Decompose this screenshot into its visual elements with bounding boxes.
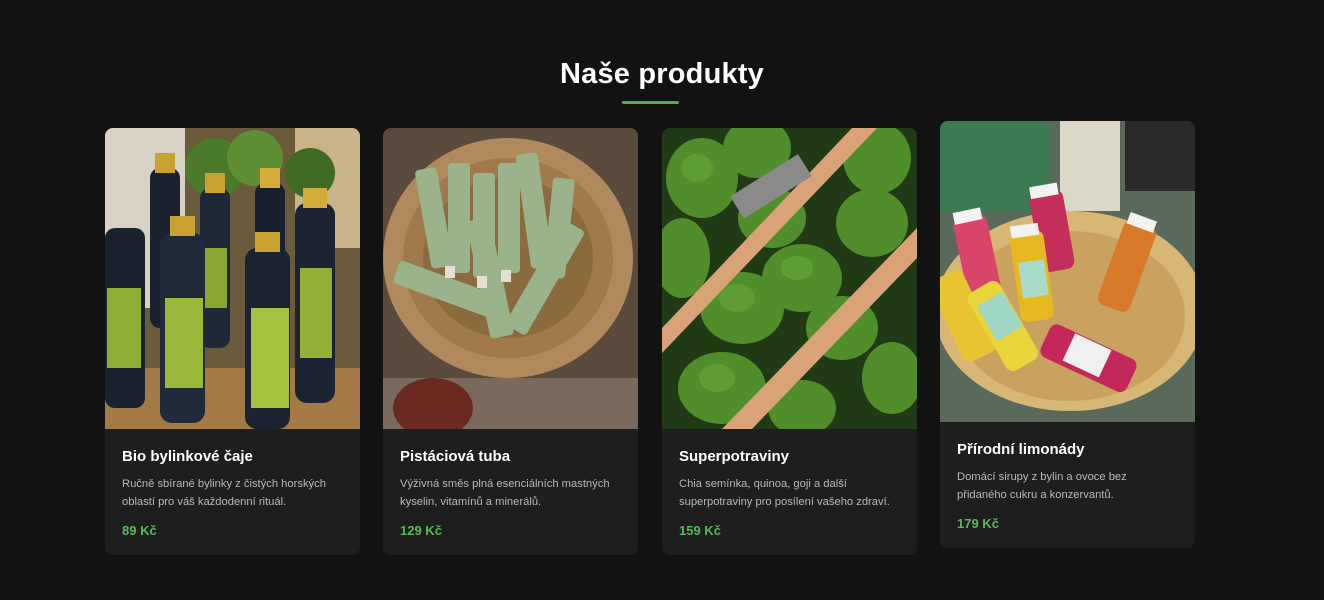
lemonade-bottles-image [940,121,1195,422]
product-card-superfoods[interactable]: Superpotraviny Chia semínka, quinoa, goj… [662,128,917,555]
product-image-avocado[interactable] [662,128,917,429]
product-price: 129 Kč [400,523,442,538]
product-price: 179 Kč [957,516,999,531]
product-title: Pistáciová tuba [400,448,511,465]
product-title: Superpotraviny [679,448,790,465]
product-card-natural-lemonades[interactable]: Přírodní limonády Domácí sirupy z bylin … [940,121,1195,548]
product-card-bio-tea[interactable]: Bio bylinkové čaje Ručně sbírané bylinky… [105,128,360,555]
product-image-syrup-bottles[interactable] [105,128,360,429]
product-image-green-tubes[interactable] [383,128,638,429]
product-description: Domácí sirupy z bylin a ovoce bez přidan… [957,471,1127,501]
syrup-bottles-image [105,128,360,429]
product-title: Přírodní limonády [957,441,1085,458]
product-description: Chia semínka, quinoa, goji a další super… [679,478,890,508]
avocado-crate-image [662,128,917,429]
green-tubes-basket-image [383,128,638,429]
product-price: 89 Kč [122,523,157,538]
product-image-lemonades[interactable] [940,121,1195,422]
product-price: 159 Kč [679,523,721,538]
section-title: Naše produkty [559,58,765,90]
products-section: Naše produkty Bio bylinkové čaje Ručně s… [0,0,1324,600]
title-underline [622,101,679,104]
product-card-pistachio-tube[interactable]: Pistáciová tuba Výživná směs plná esenci… [383,128,638,555]
product-description: Ručně sbírané bylinky z čistých horských… [122,478,326,508]
product-title: Bio bylinkové čaje [122,448,253,465]
product-description: Výživná směs plná esenciálních mastných … [400,478,610,508]
